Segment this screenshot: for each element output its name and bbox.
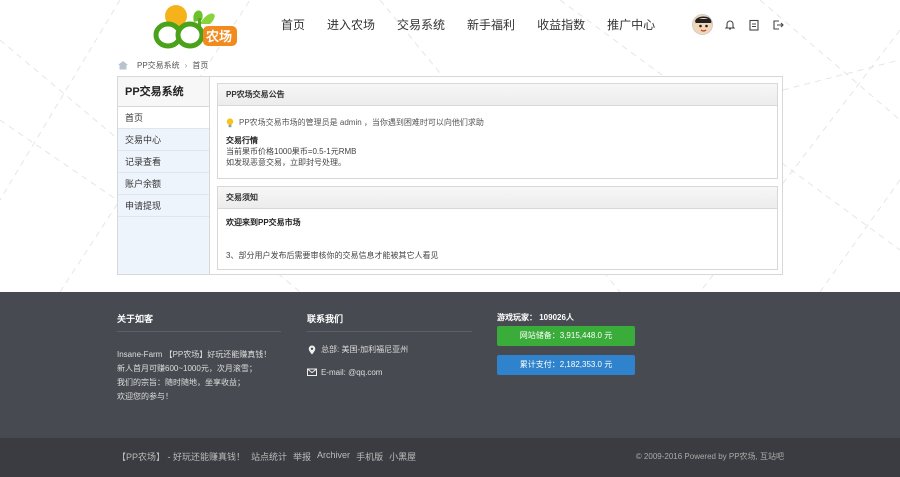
bottom-link-report[interactable]: 举报 [293,450,311,463]
sidebar-item-home[interactable]: 首页 [118,107,209,129]
footer: 关于如客 Insane-Farm 【PP农场】好玩还能赚真钱！ 新人首月可赚60… [0,292,900,438]
nav-trade-system[interactable]: 交易系统 [386,0,456,50]
about-line: Insane-Farm 【PP农场】好玩还能赚真钱！ [117,350,272,359]
footer-about: 关于如客 Insane-Farm 【PP农场】好玩还能赚真钱！ 新人首月可赚60… [117,312,281,404]
svg-text:农场: 农场 [205,29,232,45]
sidebar-item-withdraw[interactable]: 申请提现 [118,195,209,217]
breadcrumb: PP交易系统 › 首页 [117,58,208,72]
bottom-link-blackroom[interactable]: 小黑屋 [389,450,416,463]
bottom-link-home[interactable]: 【PP农场】 - 好玩还能赚真钱！ [117,450,245,463]
announcement-title: PP农场交易公告 [218,84,777,106]
trade-welcome: 欢迎来到PP交易市场 [226,218,301,227]
address-text: 总部: 美国-加利福尼亚州 [321,345,409,354]
breadcrumb-site[interactable]: PP交易系统 [137,60,180,71]
about-line: 我们的宗旨：随时随地，坐享收益； [117,378,245,387]
bottom-link-stats[interactable]: 站点统计 [251,450,287,463]
bottom-links: 【PP农场】 - 好玩还能赚真钱！ 站点统计 举报 Archiver 手机版 小… [117,450,422,463]
logout-icon[interactable] [771,18,785,32]
sidebar-item-balance[interactable]: 账户余额 [118,173,209,195]
mail-icon [307,368,317,376]
about-title: 关于如客 [117,312,281,332]
breadcrumb-current[interactable]: 首页 [192,60,208,71]
address-row: 总部: 美国-加利福尼亚州 [307,344,472,355]
email-text[interactable]: E-mail: @qq.com [321,368,382,377]
trade-notice-box: 交易须知 欢迎来到PP交易市场 3、部分用户发布后需要审核你的交易信息才能被其它… [217,186,778,270]
sidebar-title: PP交易系统 [118,77,209,107]
notes-icon[interactable] [747,18,761,32]
contact-title: 联系我们 [307,312,472,332]
reserve-button[interactable]: 网站储备：3,915,448.0 元 [497,326,635,346]
market-warning: 如发现恶意交易，立即封号处理。 [226,158,346,167]
copyright: © 2009-2016 Powered by PP农场, 互站吧 [635,452,784,461]
player-count: 游戏玩家： 109026人 [497,313,574,322]
sidebar: PP交易系统 首页 交易中心 记录查看 账户余额 申请提现 [118,77,210,274]
breadcrumb-separator: › [184,60,188,70]
header: 农场 首页 进入农场 交易系统 新手福利 收益指数 推广中心 [0,0,900,56]
total-paid-button[interactable]: 累计支付：2,182,353.0 元 [497,355,635,375]
about-line: 新人首月可赚600~1000元，次月滚雪； [117,364,257,373]
main-panel: PP交易系统 首页 交易中心 记录查看 账户余额 申请提现 PP农场交易公告 P… [117,76,783,275]
lightbulb-icon [226,117,234,127]
trade-rule: 3、部分用户发布后需要审核你的交易信息才能被其它人看见 [226,251,439,260]
home-icon[interactable] [117,60,129,70]
email-row: E-mail: @qq.com [307,367,472,377]
footer-stats: 游戏玩家： 109026人 网站储备：3,915,448.0 元 累计支付：2,… [497,312,667,375]
main-nav: 首页 进入农场 交易系统 新手福利 收益指数 推广中心 [270,0,666,50]
footer-contact: 联系我们 总部: 美国-加利福尼亚州 E-mail: @qq.com [307,312,472,377]
trade-notice-title: 交易须知 [218,187,777,209]
admin-notice: PP农场交易市场的管理员是 admin ，当你遇到困难时可以向他们求助 [226,117,769,128]
nav-enter-farm[interactable]: 进入农场 [316,0,386,50]
user-tools [692,14,785,35]
admin-notice-text: PP农场交易市场的管理员是 admin ，当你遇到困难时可以向他们求助 [239,118,484,127]
bottom-bar: 【PP农场】 - 好玩还能赚真钱！ 站点统计 举报 Archiver 手机版 小… [0,438,900,477]
bottom-link-mobile[interactable]: 手机版 [356,450,383,463]
sidebar-item-trade-center[interactable]: 交易中心 [118,129,209,151]
nav-earnings-index[interactable]: 收益指数 [526,0,596,50]
announcement-box: PP农场交易公告 PP农场交易市场的管理员是 admin ，当你遇到困难时可以向… [217,83,778,179]
map-pin-icon [308,345,316,354]
nav-home[interactable]: 首页 [270,0,316,50]
sidebar-item-records[interactable]: 记录查看 [118,151,209,173]
market-price: 当前果币价格1000果币=0.5-1元RMB [226,147,357,156]
bottom-link-archiver[interactable]: Archiver [317,450,350,463]
nav-newbie-bonus[interactable]: 新手福利 [456,0,526,50]
about-line: 欢迎您的参与！ [117,392,173,401]
bell-icon[interactable] [723,18,737,32]
market-title: 交易行情 [226,136,258,145]
avatar[interactable] [692,14,713,35]
qq-farm-logo[interactable]: 农场 [150,2,242,52]
nav-promotion-center[interactable]: 推广中心 [596,0,666,50]
